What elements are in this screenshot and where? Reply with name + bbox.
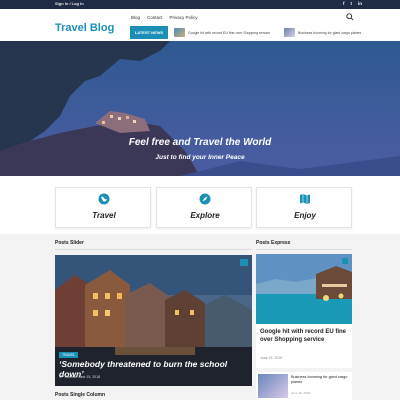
- express-item-thumbnail: [258, 374, 288, 398]
- linkedin-icon[interactable]: in: [358, 1, 362, 6]
- express-photo: [256, 254, 352, 324]
- signin-link[interactable]: Sign In / Log In: [55, 1, 84, 6]
- divider: [256, 249, 352, 250]
- express-main-title[interactable]: Google hit with record EU fine over Shop…: [260, 328, 350, 344]
- gallery-icon: [342, 258, 348, 264]
- nav-item-contact[interactable]: Contact: [147, 15, 163, 20]
- globe-icon: [98, 193, 110, 205]
- compass-icon: [199, 193, 211, 205]
- hero-title: Feel free and Travel the World: [128, 137, 272, 148]
- latest-news-label: LATEST NEWS: [130, 26, 168, 39]
- gallery-icon: [240, 259, 248, 266]
- divider: [55, 249, 252, 250]
- social-links: f t in: [343, 1, 362, 6]
- ticker-item-title: Business booming for giant cargo planes: [298, 30, 362, 35]
- feature-explore[interactable]: Explore: [156, 187, 252, 228]
- site-logo[interactable]: Travel Blog: [55, 22, 114, 34]
- latest-news-ticker: LATEST NEWS Google hit with record EU fi…: [130, 26, 361, 39]
- feature-travel[interactable]: Travel: [55, 187, 151, 228]
- express-main-card[interactable]: Google hit with record EU fine over Shop…: [256, 254, 352, 368]
- posts-slider[interactable]: TRAVEL ‘Somebody threatened to burn the …: [55, 255, 252, 386]
- ticker-item[interactable]: Business booming for giant cargo planes: [284, 27, 361, 38]
- ticker-item[interactable]: Google hit with record EU fine over Shop…: [174, 27, 270, 38]
- twitter-icon[interactable]: t: [351, 1, 353, 6]
- ticker-thumbnail: [174, 28, 185, 37]
- ticker-thumbnail: [284, 28, 295, 37]
- author-name[interactable]: VP Rannan: [59, 375, 77, 379]
- feature-enjoy[interactable]: Enjoy: [256, 187, 352, 228]
- feature-label: Enjoy: [294, 211, 316, 220]
- express-image: [256, 254, 352, 324]
- feature-label: Explore: [190, 211, 220, 220]
- ticker-item-title: Google hit with record EU fine over Shop…: [188, 30, 271, 35]
- facebook-icon[interactable]: f: [343, 1, 345, 6]
- main-nav: Blog Contact Privacy Policy: [131, 15, 198, 20]
- express-list-item[interactable]: Business booming for giant cargo planes …: [256, 372, 352, 400]
- search-icon[interactable]: [346, 13, 354, 21]
- top-bar: Sign In / Log In f t in: [0, 0, 400, 9]
- map-icon: [300, 194, 310, 204]
- nav-item-privacy[interactable]: Privacy Policy: [170, 15, 198, 20]
- post-date: June 15, 2018: [260, 356, 283, 360]
- hero-subtitle: Just to find your Inner Peace: [155, 154, 245, 161]
- category-badge[interactable]: TRAVEL: [59, 352, 79, 358]
- posts-single-title: Posts Single Column: [55, 392, 106, 398]
- posts-express-title: Posts Express: [256, 240, 291, 246]
- nav-item-blog[interactable]: Blog: [131, 15, 140, 20]
- page: Sign In / Log In f t in Travel Blog Blog…: [0, 0, 400, 400]
- slider-meta: VP Rannan June 15, 2018: [59, 375, 100, 379]
- post-date: June 15, 2018: [291, 391, 311, 395]
- posts-slider-title: Posts Slider: [55, 240, 84, 246]
- post-date: June 15, 2018: [77, 375, 101, 379]
- feature-label: Travel: [92, 211, 116, 220]
- express-item-title[interactable]: Business booming for giant cargo planes: [291, 375, 349, 385]
- hero-banner: Feel free and Travel the World Just to f…: [0, 41, 400, 176]
- features-section: Travel Explore Enjoy: [0, 176, 400, 234]
